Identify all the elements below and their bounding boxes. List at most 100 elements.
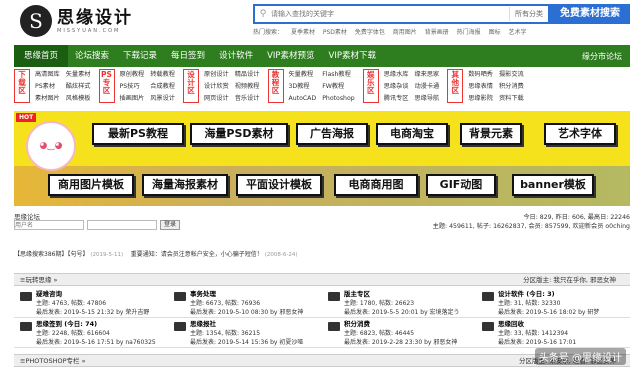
nav-vip-preview[interactable]: VIP素材预览 [260,45,321,67]
category-link[interactable]: Flash教程 [322,69,355,80]
category-tag[interactable]: 其他区 [447,69,464,103]
category-link[interactable]: 积分消费 [499,81,524,92]
banner-keyword[interactable]: 海量PSD素材 [190,123,288,145]
hot-search-link[interactable]: 图标 [489,29,501,36]
search-category-select[interactable]: 所有分类 [509,7,548,21]
category-link[interactable]: 素材图片 [35,93,60,104]
board-name[interactable]: 思缘回收 [498,320,576,329]
category-link[interactable]: AutoCAD [289,93,317,104]
category-link[interactable]: 腾讯专区 [384,93,409,104]
category-link[interactable]: Photoshop [322,93,355,104]
category-link[interactable]: 思缘水库 [384,69,409,80]
section-title[interactable]: ≡PHOTOSHOP专栏 » [20,357,86,365]
notice-item[interactable]: 重要通知：请会员注意帐户安全，小心骗子短信！ [131,251,263,258]
site-logo[interactable]: S 思缘设计 MISSYUAN.COM [20,4,155,38]
username-field[interactable] [14,220,84,230]
category-link[interactable]: 矢量素材 [66,69,91,80]
hot-search-link[interactable]: 免费字体包 [355,29,385,36]
nav-daily-checkin[interactable]: 每日签到 [164,45,212,67]
board-last-post[interactable]: 最后发表: 2019-5-16 17:01 [498,338,576,347]
category-link[interactable]: 动漫卡通 [414,81,439,92]
nav-download-history[interactable]: 下载记录 [116,45,164,67]
banner-keyword[interactable]: 广告海报 [296,123,368,145]
category-link[interactable]: 视频教程 [235,81,260,92]
nav-design-software[interactable]: 设计软件 [212,45,260,67]
board-item[interactable]: 思缘签到 (今日: 74) 主题: 2248, 帖数: 616604 最后发表:… [14,318,168,347]
section-title[interactable]: ≡玩转思缘 » [20,276,58,284]
board-item[interactable]: 设计软件 (今日: 3) 主题: 31, 帖数: 32330 最后发表: 201… [476,288,630,317]
board-last-post[interactable]: 最后发表: 2019-5-10 08:30 by 邪恶女神 [190,308,303,317]
board-last-post[interactable]: 最后发表: 2019-2-28 23:30 by 邪恶女神 [344,338,457,347]
category-link[interactable]: 3D教程 [289,81,317,92]
category-link[interactable]: 酷炫样式 [66,81,91,92]
section-header[interactable]: ≡玩转思缘 » 分区版主: 我只在乎你, 邪恶女神 [14,273,630,286]
hot-search-link[interactable]: 背景画册 [425,29,449,36]
board-name[interactable]: 积分消费 [344,320,457,329]
board-last-post[interactable]: 最后发表: 2019-5-5 20:01 by 宏境落定う [344,308,460,317]
category-tag[interactable]: PS专区 [98,69,115,103]
category-link[interactable]: 插画图片 [120,93,145,104]
board-last-post[interactable]: 最后发表: 2019-5-14 15:36 by 初夏沙哑 [190,338,303,347]
hot-search-link[interactable]: 夏季素材 [291,29,315,36]
category-link[interactable]: 资料下载 [499,93,524,104]
banner-keyword[interactable]: 艺术字体 [544,123,616,145]
category-link[interactable]: 摄影交流 [499,69,524,80]
board-item[interactable]: 疑难咨询 主题: 4763, 帖数: 47806 最后发表: 2019-5-15… [14,288,168,317]
board-last-post[interactable]: 最后发表: 2019-5-16 17:51 by na760325 [36,338,156,347]
nav-forum-link[interactable]: 缘分市论坛 [582,51,630,62]
banner-keyword[interactable]: 平面设计模板 [236,174,322,196]
hot-search-link[interactable]: PSD素材 [323,29,347,36]
category-link[interactable]: 设计欣赏 [204,81,229,92]
search-input[interactable] [271,10,509,18]
category-tag[interactable]: 下载区 [14,69,30,103]
category-link[interactable]: 思缘导航 [414,93,439,104]
category-link[interactable]: 思缘表情 [468,81,493,92]
category-link[interactable]: 原创教程 [120,69,145,80]
category-link[interactable]: 思缘杂谈 [384,81,409,92]
category-link[interactable]: 网页设计 [204,93,229,104]
category-link[interactable]: 风景设计 [150,93,175,104]
category-tag[interactable]: 设计区 [183,69,199,103]
login-button[interactable]: 登录 [160,220,181,230]
search-button[interactable]: 免费素材搜索 [550,4,630,24]
category-link[interactable]: FW教程 [322,81,355,92]
board-name[interactable]: 思缘报社 [190,320,303,329]
category-link[interactable]: 数码晒秀 [468,69,493,80]
banner-keyword[interactable]: 海量海报素材 [142,174,228,196]
banner-keyword[interactable]: 商用图片模板 [48,174,134,196]
board-item[interactable]: 思缘报社 主题: 1354, 帖数: 36215 最后发表: 2019-5-14… [168,318,322,347]
category-link[interactable]: 音乐设计 [235,93,260,104]
banner-keyword[interactable]: 背景元素 [460,123,522,145]
board-name[interactable]: 疑难咨询 [36,290,149,299]
banner-keyword[interactable]: 最新PS教程 [92,123,184,145]
category-link[interactable]: 矢量教程 [289,69,317,80]
board-name[interactable]: 思缘签到 (今日: 74) [36,320,156,329]
password-field[interactable] [87,220,157,230]
board-name[interactable]: 事务处理 [190,290,303,299]
nav-forum-search[interactable]: 论坛搜索 [68,45,116,67]
category-link[interactable]: 转载教程 [150,69,175,80]
banner-keyword[interactable]: GIF动图 [426,174,496,196]
nav-home[interactable]: 思缘首页 [14,45,69,67]
category-link[interactable]: 缘来思家 [414,69,439,80]
board-item[interactable]: 积分消费 主题: 6823, 帖数: 46445 最后发表: 2019-2-28… [322,318,476,347]
category-link[interactable]: 高清图库 [35,69,60,80]
board-last-post[interactable]: 最后发表: 2019-5-16 18:02 by 研梦 [498,308,599,317]
banner-keyword[interactable]: 电商淘宝 [376,123,448,145]
banner-keyword[interactable]: banner模板 [512,174,594,196]
category-link[interactable]: PS素材 [35,81,60,92]
category-link[interactable]: 思缘影院 [468,93,493,104]
category-link[interactable]: 原创设计 [204,69,229,80]
board-item[interactable]: 事务处理 主题: 6673, 帖数: 76936 最后发表: 2019-5-10… [168,288,322,317]
hot-search-link[interactable]: 热门海报 [457,29,481,36]
category-link[interactable]: 合成教程 [150,81,175,92]
category-link[interactable]: PS技巧 [120,81,145,92]
category-link[interactable]: 精品设计 [235,69,260,80]
board-last-post[interactable]: 最后发表: 2019-5-15 21:32 by 荣升吉野 [36,308,149,317]
board-name[interactable]: 设计软件 (今日: 3) [498,290,599,299]
board-item[interactable]: 版主专区 主题: 1780, 帖数: 26623 最后发表: 2019-5-5 … [322,288,476,317]
category-tag[interactable]: 娱乐区 [362,69,379,103]
hot-search-link[interactable]: 商用图片 [393,29,417,36]
category-tag[interactable]: 教程区 [267,69,284,103]
board-item[interactable]: 思缘回收 主题: 33, 帖数: 1412394 最后发表: 2019-5-16… [476,318,630,347]
